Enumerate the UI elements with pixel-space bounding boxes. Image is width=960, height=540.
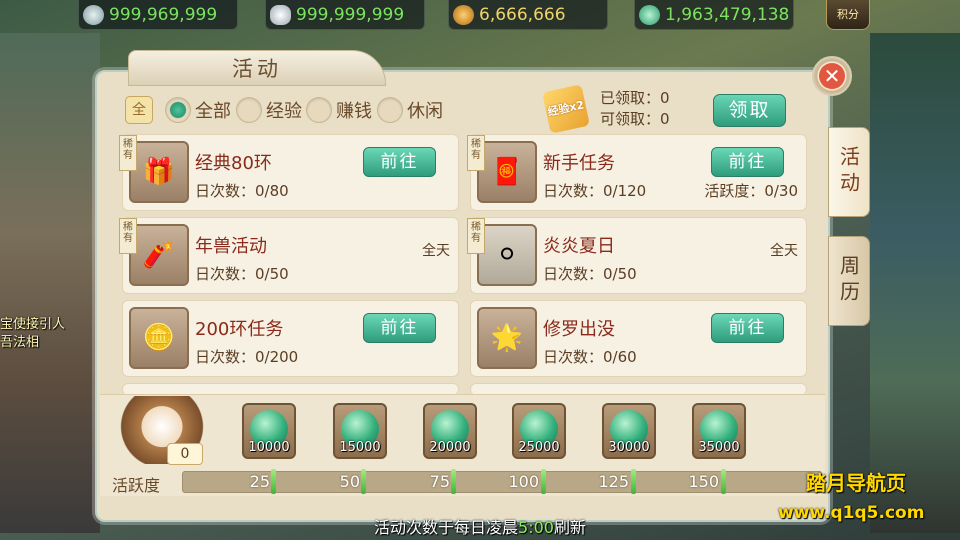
activity-points-label: 活跃度 [112,476,161,495]
tick-marker [361,469,366,494]
activity-card-newbie[interactable]: 🧧 稀有 新手任务 日次数：0/120 活跃度：0/30 前往 [467,134,807,211]
snowball-icon: ⚪ [477,224,537,286]
filter-money[interactable]: 赚钱 [306,96,372,124]
activity-card-200-rings[interactable]: 🪙 200环任务 日次数：0/200 前往 [122,300,459,377]
npc-name-label: 宝使接引人 吾法相 [0,316,65,352]
claim-button[interactable]: 领取 [713,94,786,127]
silver-b-counter: 999,999,999 [265,0,425,30]
activity-name: 修罗出没 [543,319,615,340]
filter-exp[interactable]: 经验 [236,96,302,124]
npc-line-2: 吾法相 [0,335,40,350]
silver-coin-icon [83,5,104,25]
claim-info: 已领取：0 可领取：0 [600,88,670,130]
silver-ingot-icon [270,5,291,25]
rare-badge: 稀有 [119,218,137,254]
reward-chest-35000[interactable]: 35000 [692,403,746,459]
claimable-count: 可领取：0 [600,110,670,128]
scene-right-background [870,33,960,533]
watermark-title: 踏月导航页 [806,471,906,495]
activity-name: 200环任务 [195,319,284,340]
tab-weekly[interactable]: 周历 [828,236,870,326]
tab-activity[interactable]: 活动 [828,127,870,217]
filter-icon: 全 [125,96,153,124]
daily-count: 日次数：0/50 [195,265,289,283]
close-button[interactable]: ✕ [812,56,852,96]
claimed-count: 已领取：0 [600,89,670,107]
rare-badge: 稀有 [119,135,137,171]
watermark-url: www.q1q5.com [778,503,925,523]
filter-all[interactable]: 全部 [165,96,231,124]
daily-count: 日次数：0/60 [543,348,637,366]
radio-dot [236,97,262,123]
rare-badge: 稀有 [467,218,485,254]
silver-a-counter: 999,969,999 [78,0,238,30]
silver-ingot-pile-icon: 🪙 [129,307,189,369]
daily-count: 日次数：0/50 [543,265,637,283]
go-button[interactable]: 前往 [711,313,784,343]
radio-dot [377,97,403,123]
copper-coin-icon [453,5,474,25]
radio-dot [306,97,332,123]
reward-chest-30000[interactable]: 30000 [602,403,656,459]
tick-label-25: 25 [249,472,270,491]
activity-card-summer[interactable]: ⚪ 稀有 炎炎夏日 日次数：0/50 全天 [467,217,807,294]
tick-marker [631,469,636,494]
activity-name: 炎炎夏日 [543,236,615,257]
close-icon: ✕ [819,63,845,89]
jade-counter: 1,963,479,138 [634,0,794,30]
reward-chest-25000[interactable]: 25000 [512,403,566,459]
reward-chest-15000[interactable]: 15000 [333,403,387,459]
scene-left-background [0,33,100,533]
go-button[interactable]: 前往 [363,147,436,177]
treasure-chest-icon: 🎁 [129,141,189,203]
activity-card-classic-80[interactable]: 🎁 稀有 经典80环 日次数：0/80 前往 [119,134,459,211]
firecracker-icon: 🧨 [129,224,189,286]
reward-chest-10000[interactable]: 10000 [242,403,296,459]
tick-marker [451,469,456,494]
tick-label-125: 125 [598,472,629,491]
time-label: 全天 [770,243,798,259]
exp-gourd-icon: 🌟 [477,307,537,369]
radio-dot [165,97,191,123]
time-label: 全天 [422,243,450,259]
go-button[interactable]: 前往 [363,313,436,343]
tick-label-100: 100 [508,472,539,491]
go-button[interactable]: 前往 [711,147,784,177]
mascot-count: 0 [167,443,203,465]
points-button[interactable]: 积分 [826,0,870,30]
copper-counter: 6,666,666 [448,0,608,30]
activity-points: 活跃度：0/30 [704,182,798,200]
daily-count: 日次数：0/120 [543,182,647,200]
red-chest-icon: 🧧 [477,141,537,203]
tick-marker [271,469,276,494]
currency-bar: 999,969,999 999,999,999 6,666,666 1,963,… [0,0,960,33]
panel-title: 活动 [128,50,386,86]
activity-card-nian-beast[interactable]: 🧨 稀有 年兽活动 日次数：0/50 全天 [119,217,459,294]
rare-badge: 稀有 [467,135,485,171]
daily-count: 日次数：0/200 [195,348,299,366]
daily-count: 日次数：0/80 [195,182,289,200]
tick-label-75: 75 [429,472,450,491]
activity-name: 新手任务 [543,153,615,174]
exp-double-gift-icon: 经验x2 [542,84,590,134]
reward-chest-20000[interactable]: 20000 [423,403,477,459]
jade-icon [639,5,660,25]
activity-card-asura[interactable]: 🌟 修罗出没 日次数：0/60 前往 [470,300,807,377]
filter-leisure[interactable]: 休闲 [377,96,443,124]
tick-label-50: 50 [339,472,360,491]
npc-line-1: 宝使接引人 [0,317,66,332]
tick-marker [721,469,726,494]
activity-name: 经典80环 [195,153,272,174]
activity-name: 年兽活动 [195,236,267,257]
tick-marker [541,469,546,494]
tick-label-150: 150 [688,472,719,491]
